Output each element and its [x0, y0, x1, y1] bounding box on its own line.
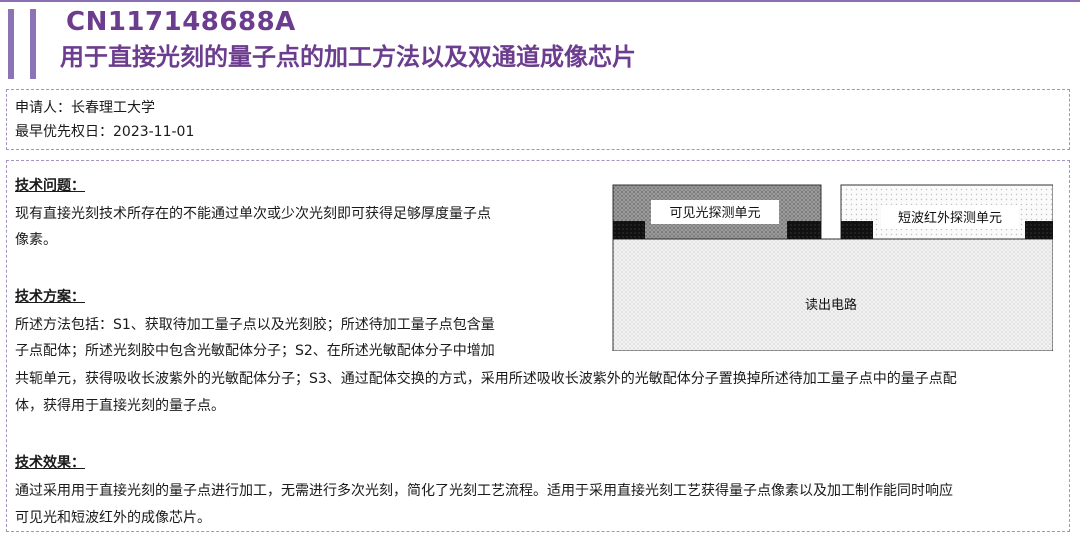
- content-box: 技术问题： 现有直接光刻技术所存在的不能通过单次或少次光刻即可获得足够厚度量子点…: [6, 160, 1070, 532]
- readout-circuit-layer: [612, 238, 1053, 351]
- effect-line-1: 通过采用用于直接光刻的量子点进行加工，无需进行多次光刻，简化了光刻工艺流程。适用…: [15, 483, 953, 499]
- solution-line-1: 所述方法包括：S1、获取待加工量子点以及光刻胶；所述待加工量子点包含量: [15, 317, 495, 333]
- effect-line-2: 可见光和短波红外的成像芯片。: [15, 510, 211, 526]
- top-rule: [0, 0, 1080, 2]
- visible-unit-label: 可见光探测单元: [669, 206, 760, 221]
- readout-circuit-label: 读出电路: [805, 297, 857, 313]
- applicant: 申请人：长春理工大学: [15, 100, 155, 116]
- solution-line-3: 共轭单元，获得吸收长波紫外的光敏配体分子；S3、通过配体交换的方式，采用所述吸收…: [15, 371, 957, 387]
- electrode-4: [1025, 221, 1053, 239]
- effect-heading: 技术效果：: [15, 455, 85, 471]
- problem-line-1: 现有直接光刻技术所存在的不能通过单次或少次光刻即可获得足够厚度量子点: [15, 206, 491, 222]
- problem-line-2: 像素。: [15, 232, 57, 248]
- applicant-box: 申请人：长春理工大学 最早优先权日：2023-11-01: [6, 89, 1070, 150]
- solution-heading: 技术方案：: [15, 289, 85, 305]
- electrode-1: [613, 221, 645, 239]
- electrode-3: [841, 221, 873, 239]
- patent-title: 用于直接光刻的量子点的加工方法以及双通道成像芯片: [60, 43, 636, 71]
- solution-line-2: 子点配体；所述光刻胶中包含光敏配体分子；S2、在所述光敏配体分子中增加: [15, 343, 495, 359]
- solution-line-4: 体，获得用于直接光刻的量子点。: [15, 398, 225, 414]
- patent-number: CN117148688A: [66, 7, 296, 37]
- swir-unit-label: 短波红外探测单元: [898, 210, 1002, 226]
- header: CN117148688A 用于直接光刻的量子点的加工方法以及双通道成像芯片: [60, 6, 1060, 74]
- priority-date: 最早优先权日：2023-11-01: [15, 124, 195, 140]
- chip-structure-diagram: 可见光探测单元 短波红外探测单元 读出电路: [612, 184, 1053, 351]
- problem-heading: 技术问题：: [15, 178, 85, 194]
- accent-bar-left: [8, 9, 14, 79]
- accent-bar-right: [30, 9, 36, 79]
- electrode-2: [787, 221, 821, 239]
